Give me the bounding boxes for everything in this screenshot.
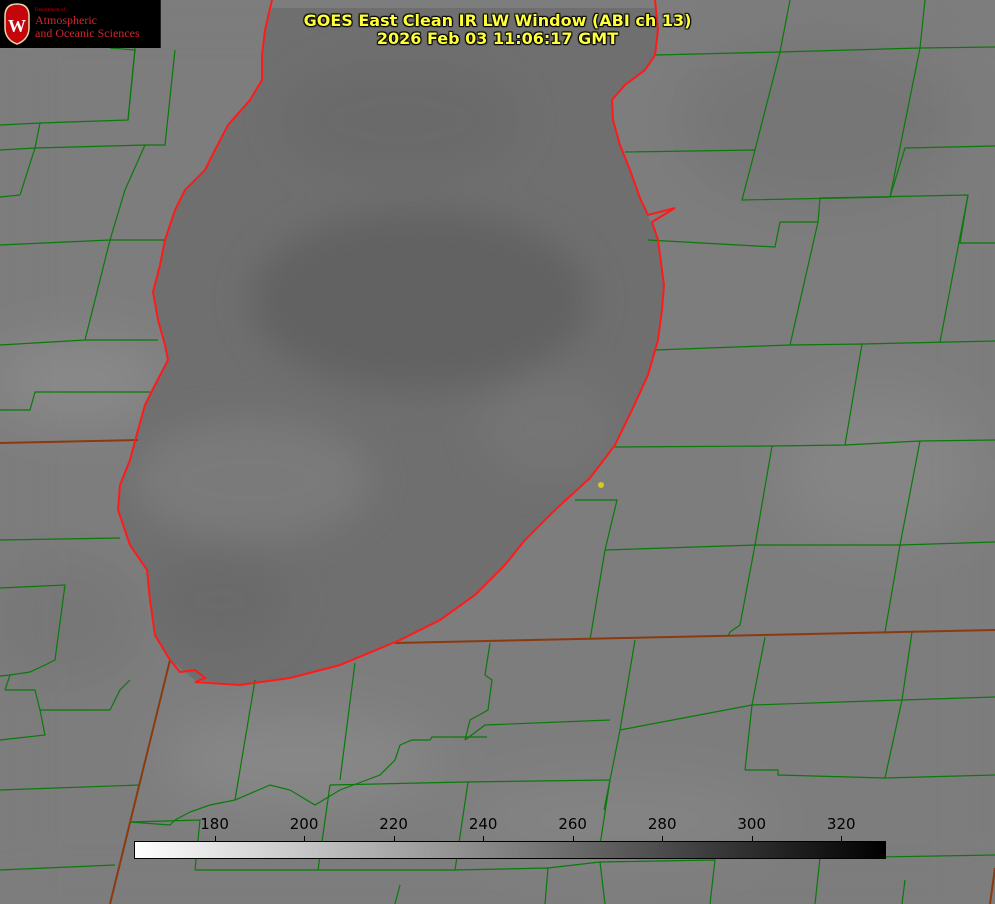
colorbar-tick-label: 180	[200, 815, 229, 833]
colorbar-tick-label: 320	[826, 815, 856, 833]
colorbar-tick-label: 240	[468, 815, 498, 833]
colorbar-tick-mark	[483, 836, 485, 841]
colorbar-tick-label: 200	[289, 815, 319, 833]
image-timestamp: 2026 Feb 03 11:06:17 GMT	[376, 29, 619, 48]
satellite-image-viewer: W Department of Atmospheric and Oceanic …	[0, 0, 995, 904]
colorbar-tick-mark	[841, 836, 843, 841]
temperature-colorbar	[134, 841, 886, 859]
colorbar-tick-mark	[751, 836, 753, 841]
colorbar-tick-mark	[662, 836, 664, 841]
colorbar-tick-mark	[393, 836, 395, 841]
colorbar-tick-label: 300	[737, 815, 767, 833]
image-title: GOES East Clean IR LW Window (ABI ch 13)	[303, 11, 692, 30]
station-marker	[598, 482, 604, 488]
colorbar-tick-mark	[214, 836, 216, 841]
colorbar-tick-label: 220	[379, 815, 408, 833]
colorbar-tick-mark	[572, 836, 574, 841]
colorbar-tick-label: 260	[558, 815, 587, 833]
colorbar-tick-label: 280	[647, 815, 677, 833]
colorbar-tick-mark	[304, 836, 306, 841]
satellite-map	[0, 0, 995, 904]
